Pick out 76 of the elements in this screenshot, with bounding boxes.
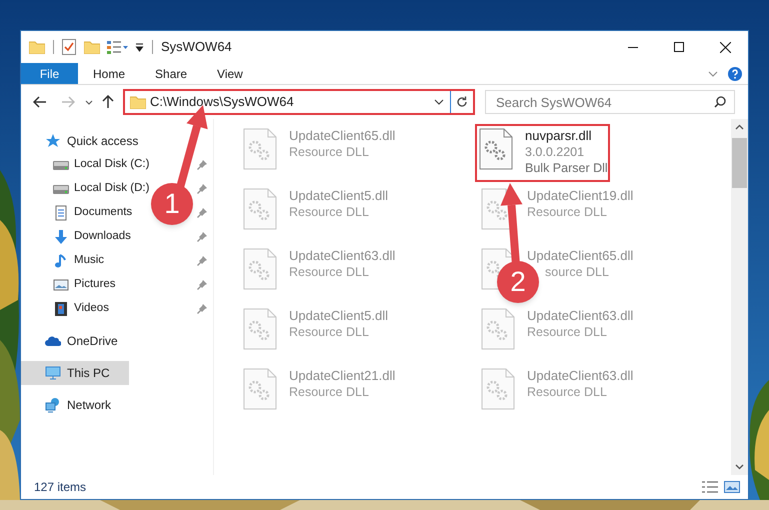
- search-field[interactable]: Search SysWOW64: [485, 90, 735, 114]
- star-icon: [45, 133, 61, 149]
- file-tab[interactable]: File: [21, 63, 78, 84]
- recent-dropdown-icon[interactable]: [85, 100, 93, 104]
- pin-icon[interactable]: [197, 184, 207, 194]
- scrollbar[interactable]: [731, 119, 748, 475]
- nav-item[interactable]: OneDrive: [21, 329, 118, 353]
- large-icons-view-icon[interactable]: [724, 481, 740, 493]
- ribbon-tab[interactable]: Home: [78, 63, 140, 84]
- pin-icon[interactable]: [197, 304, 207, 314]
- file-description: Resource DLL: [289, 384, 370, 400]
- pin-icon[interactable]: [197, 280, 207, 290]
- close-icon: [720, 42, 730, 52]
- window-title: SysWOW64: [161, 38, 232, 56]
- file-description: Bulk Parser Dll: [525, 160, 608, 176]
- picture-icon: [53, 277, 69, 293]
- network-icon: [45, 397, 61, 413]
- nav-item[interactable]: Documents: [21, 201, 132, 225]
- file-tile[interactable]: nuvparsr.dll 3.0.0.2201 Bulk Parser Dll: [475, 124, 610, 182]
- search-icon[interactable]: [714, 96, 726, 108]
- scroll-thumb[interactable]: [732, 138, 747, 188]
- file-description: Resource DLL: [289, 204, 370, 220]
- nav-item[interactable]: Pictures: [21, 273, 116, 297]
- back-icon[interactable]: [33, 96, 47, 108]
- maximize-icon: [674, 42, 684, 52]
- nav-item[interactable]: Quick access: [21, 129, 138, 153]
- file-description: Resource DLL: [527, 324, 608, 340]
- file-name: UpdateClient65.dll: [289, 128, 396, 144]
- scroll-down-icon[interactable]: [735, 464, 744, 470]
- properties-icon[interactable]: [107, 40, 129, 54]
- pin-icon[interactable]: [197, 160, 207, 170]
- details-view-icon[interactable]: [702, 481, 718, 493]
- address-path: C:\Windows\SysWOW64: [150, 93, 295, 112]
- ribbon-tab[interactable]: Share: [140, 63, 202, 84]
- address-bar[interactable]: C:\Windows\SysWOW64: [123, 89, 475, 115]
- item-count: 127 items: [34, 479, 86, 496]
- nav-item[interactable]: Local Disk (C:): [21, 153, 150, 177]
- chevron-down-icon[interactable]: [434, 99, 444, 105]
- nav-item[interactable]: This PC: [21, 361, 129, 385]
- checklist-icon[interactable]: [62, 39, 76, 55]
- minimize-icon: [628, 46, 638, 48]
- file-name: UpdateClient19.dll: [527, 188, 634, 204]
- pin-icon[interactable]: [197, 208, 207, 218]
- download-arrow-icon: [53, 229, 69, 245]
- file-version: 3.0.0.2201: [525, 144, 586, 160]
- pin-icon[interactable]: [197, 232, 207, 242]
- file-description: Resource DLL: [289, 144, 370, 160]
- file-name: UpdateClient5.dll: [289, 308, 388, 324]
- file-description: Resource DLL: [289, 264, 370, 280]
- file-name: nuvparsr.dll: [525, 128, 592, 144]
- nav-item[interactable]: Downloads: [21, 225, 131, 249]
- nav-item[interactable]: Music: [21, 249, 104, 273]
- nav-item[interactable]: Videos: [21, 297, 109, 321]
- file-description: Resource DLL: [527, 384, 608, 400]
- film-icon: [53, 301, 69, 317]
- refresh-icon[interactable]: [456, 96, 468, 108]
- scroll-up-icon[interactable]: [735, 124, 744, 130]
- dropdown-icon[interactable]: [135, 42, 144, 52]
- file-name: UpdateClient63.dll: [289, 248, 396, 264]
- file-description: source DLL: [544, 264, 610, 280]
- monitor-icon: [45, 365, 61, 381]
- file-name: UpdateClient65.dll: [527, 248, 634, 264]
- nav-item[interactable]: Local Disk (D:): [21, 177, 150, 201]
- file-name: UpdateClient63.dll: [527, 368, 634, 384]
- folder-icon: [130, 95, 146, 109]
- file-name: UpdateClient21.dll: [289, 368, 396, 384]
- file-name: UpdateClient63.dll: [527, 308, 634, 324]
- pin-icon[interactable]: [197, 256, 207, 266]
- file-description: Resource DLL: [527, 204, 608, 220]
- file-description: Resource DLL: [289, 324, 370, 340]
- ribbon-tab[interactable]: View: [202, 63, 258, 84]
- document-icon: [53, 205, 69, 221]
- nav-item[interactable]: Network: [21, 393, 112, 417]
- file-name: UpdateClient5.dll: [289, 188, 388, 204]
- up-icon[interactable]: [102, 95, 114, 109]
- help-icon[interactable]: [728, 66, 742, 80]
